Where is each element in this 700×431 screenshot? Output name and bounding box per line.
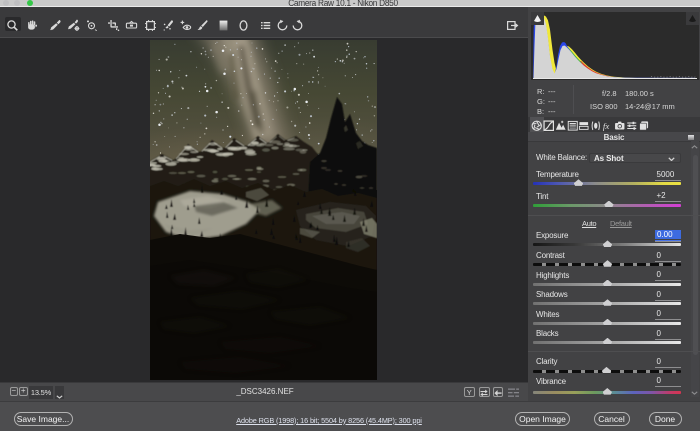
svg-text:fx: fx [603, 121, 609, 131]
